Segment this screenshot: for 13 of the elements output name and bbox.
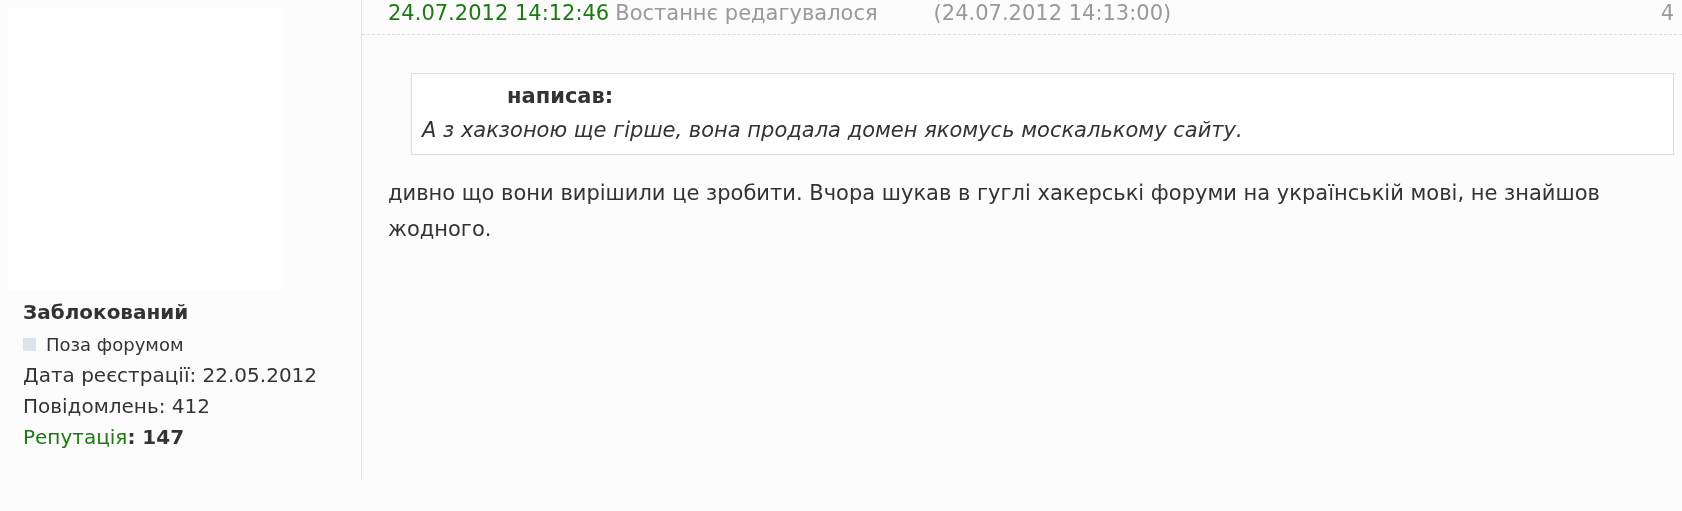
reputation-value: : 147 (127, 425, 185, 449)
user-detail: Повідомлень: 412 (23, 394, 211, 418)
quote-text: А з хакзоною ще гірше, вона продала домен якомусь москалькому сайту. (422, 118, 1244, 142)
post-text: дивно що вони вирішили це зробити. Вчора шукав в гуглі хакерські форуми на українській мові, не знайшов жодного. (388, 180, 1601, 243)
quote-author: написав: (507, 84, 615, 108)
edited-date: (24.07.2012 14:13:00) (933, 0, 1172, 26)
post-date: 24.07.2012 14:12:46 (388, 0, 610, 26)
user-rank: Заблокований (23, 300, 190, 324)
edited-label: Востаннє редагувалося (615, 0, 878, 26)
status-text: Поза форумом (46, 334, 184, 355)
reputation-label: Репутація (23, 425, 128, 449)
user-detail: Дата реєстрації: 22.05.2012 (23, 363, 319, 387)
post-number[interactable]: 4 (1660, 0, 1674, 26)
